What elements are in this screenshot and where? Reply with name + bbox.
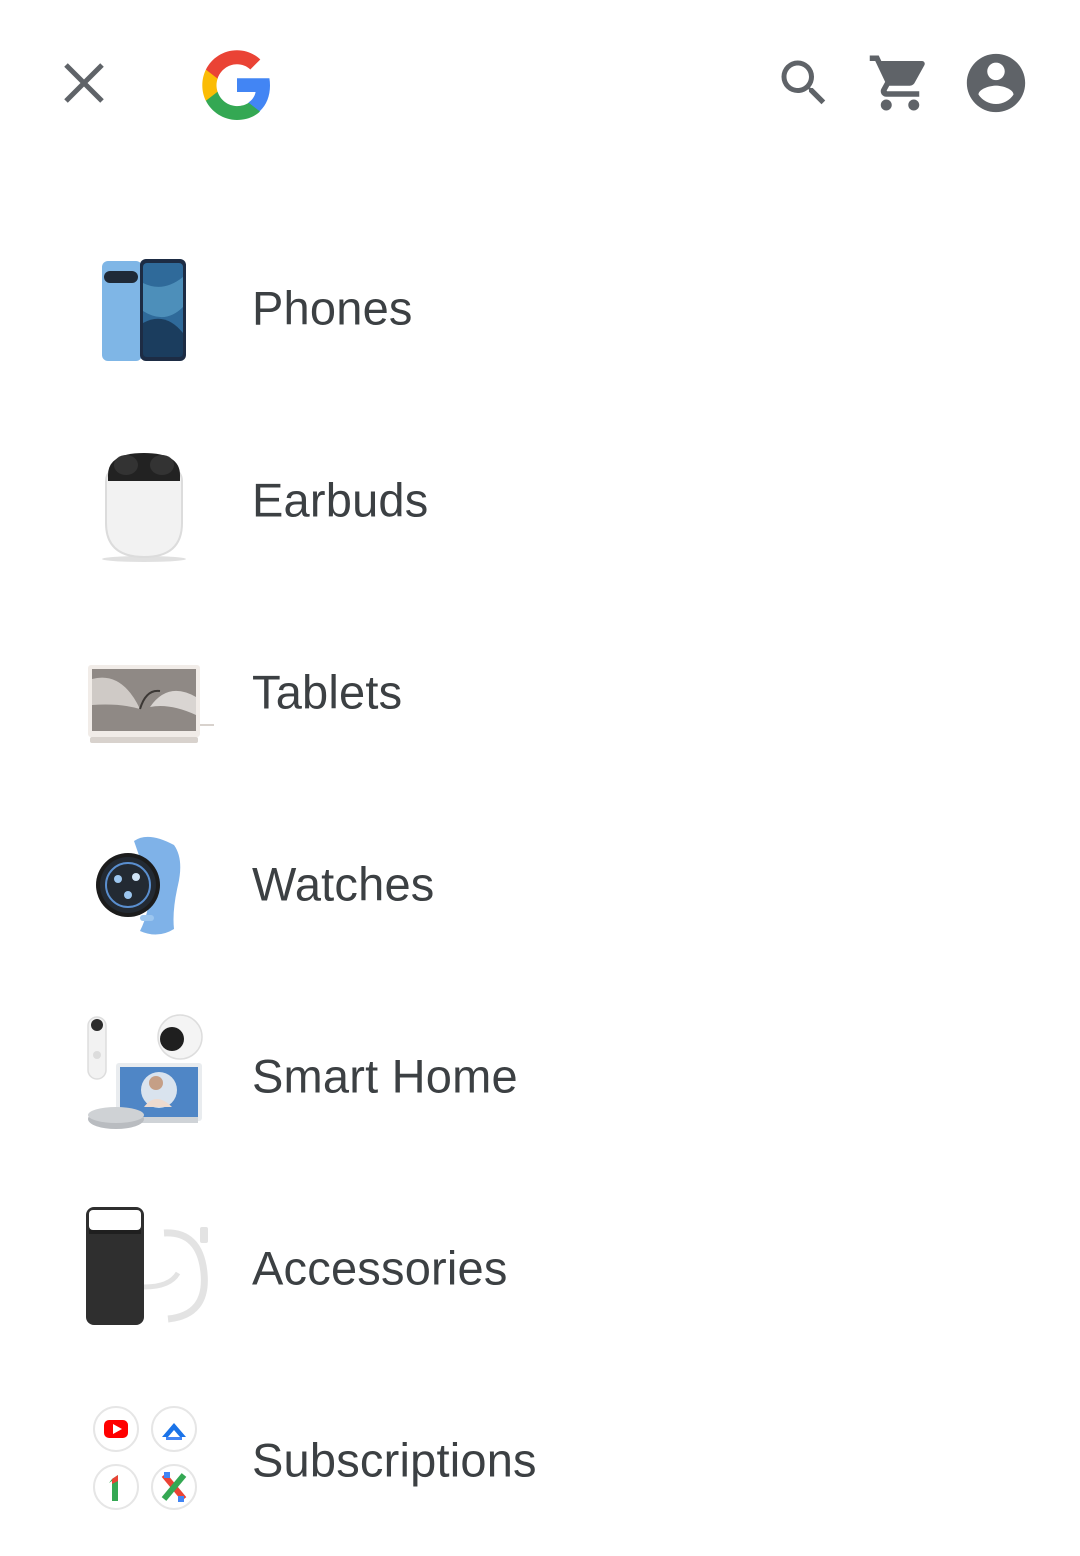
menu-item-label: Watches bbox=[252, 857, 435, 911]
phone-thumbnail bbox=[102, 259, 186, 361]
menu-item-label: Accessories bbox=[252, 1241, 508, 1295]
account-button[interactable] bbox=[956, 43, 1036, 123]
category-menu: Phones Earbuds Tablets Watches Smart Hom… bbox=[0, 212, 1080, 1556]
menu-item-watches[interactable]: Watches bbox=[0, 788, 1080, 980]
menu-item-earbuds[interactable]: Earbuds bbox=[0, 404, 1080, 596]
subscriptions-thumbnail bbox=[93, 1406, 197, 1510]
menu-item-label: Phones bbox=[252, 281, 413, 335]
smart-home-thumbnail bbox=[87, 1014, 203, 1129]
menu-item-tablets[interactable]: Tablets bbox=[0, 596, 1080, 788]
close-button[interactable] bbox=[44, 43, 124, 123]
cart-icon bbox=[869, 55, 925, 111]
cart-button[interactable] bbox=[860, 43, 940, 123]
top-app-bar bbox=[0, 0, 1080, 170]
menu-item-smart-home[interactable]: Smart Home bbox=[0, 980, 1080, 1172]
search-icon bbox=[781, 60, 826, 105]
account-circle-icon bbox=[966, 53, 1026, 113]
watch-thumbnail bbox=[96, 836, 181, 935]
close-icon bbox=[64, 63, 104, 103]
menu-item-subscriptions[interactable]: Subscriptions bbox=[0, 1364, 1080, 1556]
menu-item-label: Subscriptions bbox=[252, 1433, 537, 1487]
menu-item-accessories[interactable]: Accessories bbox=[0, 1172, 1080, 1364]
search-button[interactable] bbox=[764, 43, 844, 123]
menu-item-label: Smart Home bbox=[252, 1049, 518, 1103]
google-logo[interactable] bbox=[196, 44, 276, 124]
tablet-thumbnail bbox=[88, 665, 214, 743]
accessories-thumbnail bbox=[86, 1207, 208, 1325]
menu-item-label: Tablets bbox=[252, 665, 403, 719]
earbuds-thumbnail bbox=[102, 453, 186, 562]
menu-item-phones[interactable]: Phones bbox=[0, 212, 1080, 404]
menu-item-label: Earbuds bbox=[252, 473, 429, 527]
google-logo-icon bbox=[202, 50, 270, 120]
